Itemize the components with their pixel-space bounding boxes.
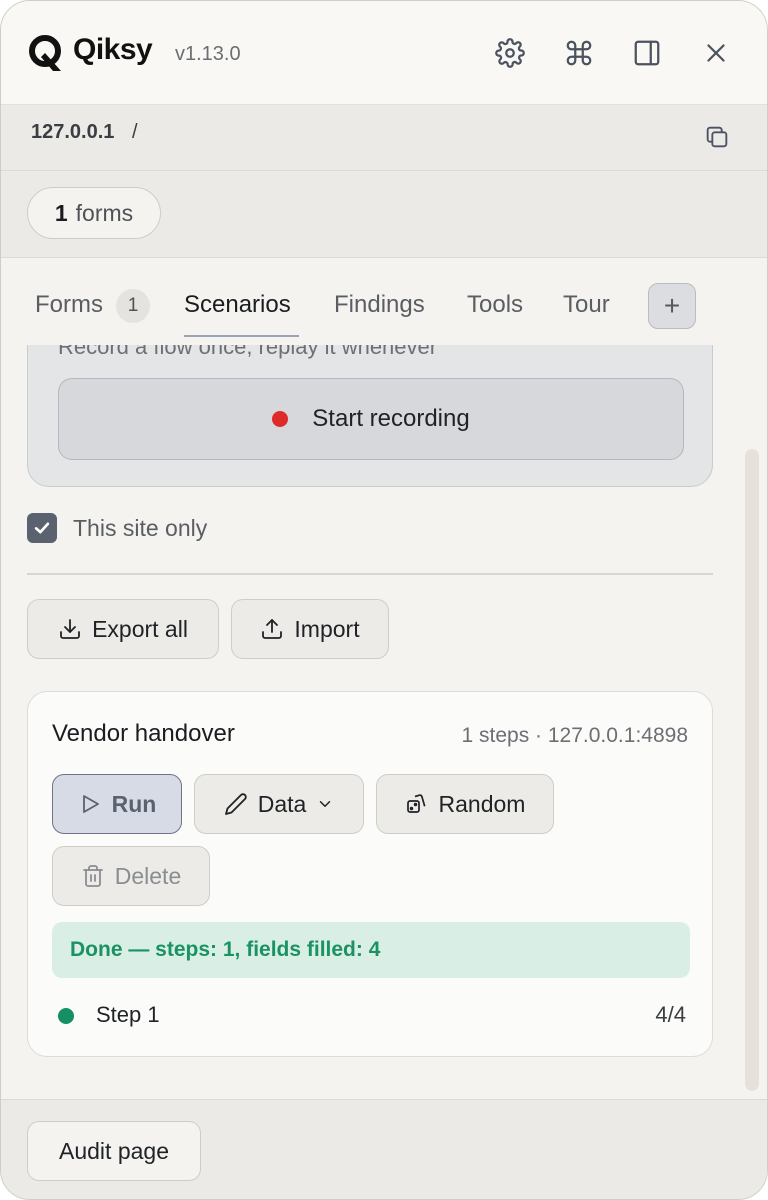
scenarios-content: Record a flow once, replay it whenever S… <box>1 345 767 1099</box>
dice-icon <box>406 794 426 813</box>
start-recording-label: Start recording <box>312 405 470 432</box>
run-status-banner: Done — steps: 1, fields filled: 4 <box>52 922 690 978</box>
export-all-label: Export all <box>92 615 188 642</box>
scenario-title: Vendor handover <box>52 720 235 747</box>
tab-tour[interactable]: Tour <box>563 291 610 319</box>
step-status-dot <box>58 1008 74 1024</box>
pencil-icon <box>224 793 247 815</box>
data-label: Data <box>257 790 307 817</box>
scrollbar-thumb[interactable] <box>745 449 759 1091</box>
url-bar <box>1 105 767 171</box>
import-button[interactable]: Import <box>231 599 389 659</box>
tab-forms-badge: 1 <box>116 289 150 323</box>
tab-forms[interactable]: Forms <box>35 291 103 319</box>
run-label: Run <box>111 790 157 817</box>
sidebar-toggle-icon[interactable] <box>629 35 665 71</box>
data-dropdown-button[interactable]: Data <box>194 774 364 834</box>
qiksy-logo-icon <box>29 35 61 71</box>
command-icon[interactable] <box>561 35 597 71</box>
random-button[interactable]: Random <box>376 774 554 834</box>
tab-tools[interactable]: Tools <box>467 291 523 319</box>
tab-scenarios[interactable]: Scenarios <box>184 291 291 319</box>
delete-button[interactable]: Delete <box>52 846 210 906</box>
site-only-checkbox[interactable] <box>27 513 57 543</box>
delete-label: Delete <box>114 862 182 889</box>
download-icon <box>60 619 80 639</box>
app-name: Qiksy <box>73 33 153 66</box>
scenario-card: Vendor handover 1 steps · 127.0.0.1:4898… <box>27 691 713 1057</box>
url-host: 127.0.0.1 <box>31 121 115 143</box>
scenario-meta: 1 steps · 127.0.0.1:4898 <box>461 724 689 747</box>
divider <box>27 573 713 575</box>
add-tab-button[interactable]: + <box>648 283 696 329</box>
forms-count: 1 <box>54 199 68 226</box>
chevron-down-icon <box>320 801 331 807</box>
tab-findings[interactable]: Findings <box>334 291 425 319</box>
recorder-card: Record a flow once, replay it whenever S… <box>27 345 713 487</box>
import-label: Import <box>294 615 360 642</box>
forms-chip-label: forms <box>75 199 134 226</box>
run-button[interactable]: Run <box>52 774 182 834</box>
active-tab-indicator <box>184 335 299 337</box>
url-path: / <box>132 121 138 143</box>
copy-icon[interactable] <box>703 123 731 151</box>
recorder-hint: Record a flow once, replay it whenever <box>58 345 438 359</box>
trash-icon <box>82 865 103 887</box>
step-label: Step 1 <box>96 1002 160 1027</box>
play-icon <box>82 795 99 813</box>
gear-icon[interactable] <box>492 35 528 71</box>
random-label: Random <box>438 790 526 817</box>
export-all-button[interactable]: Export all <box>27 599 219 659</box>
step-count: 4/4 <box>655 1002 686 1027</box>
record-dot-icon <box>272 411 289 427</box>
site-only-label: This site only <box>73 515 208 541</box>
upload-icon <box>262 619 283 639</box>
checkmark-icon <box>34 522 50 534</box>
audit-page-button[interactable]: Audit page <box>27 1121 201 1181</box>
start-recording-button[interactable]: Start recording <box>58 378 684 460</box>
app-version: v1.13.0 <box>175 43 241 65</box>
forms-count-chip[interactable]: 1 forms <box>27 187 161 239</box>
extension-panel: Qiksy v1.13.0 127.0.0.1 / 1 forms Forms … <box>0 0 768 1200</box>
close-icon[interactable] <box>698 35 734 71</box>
